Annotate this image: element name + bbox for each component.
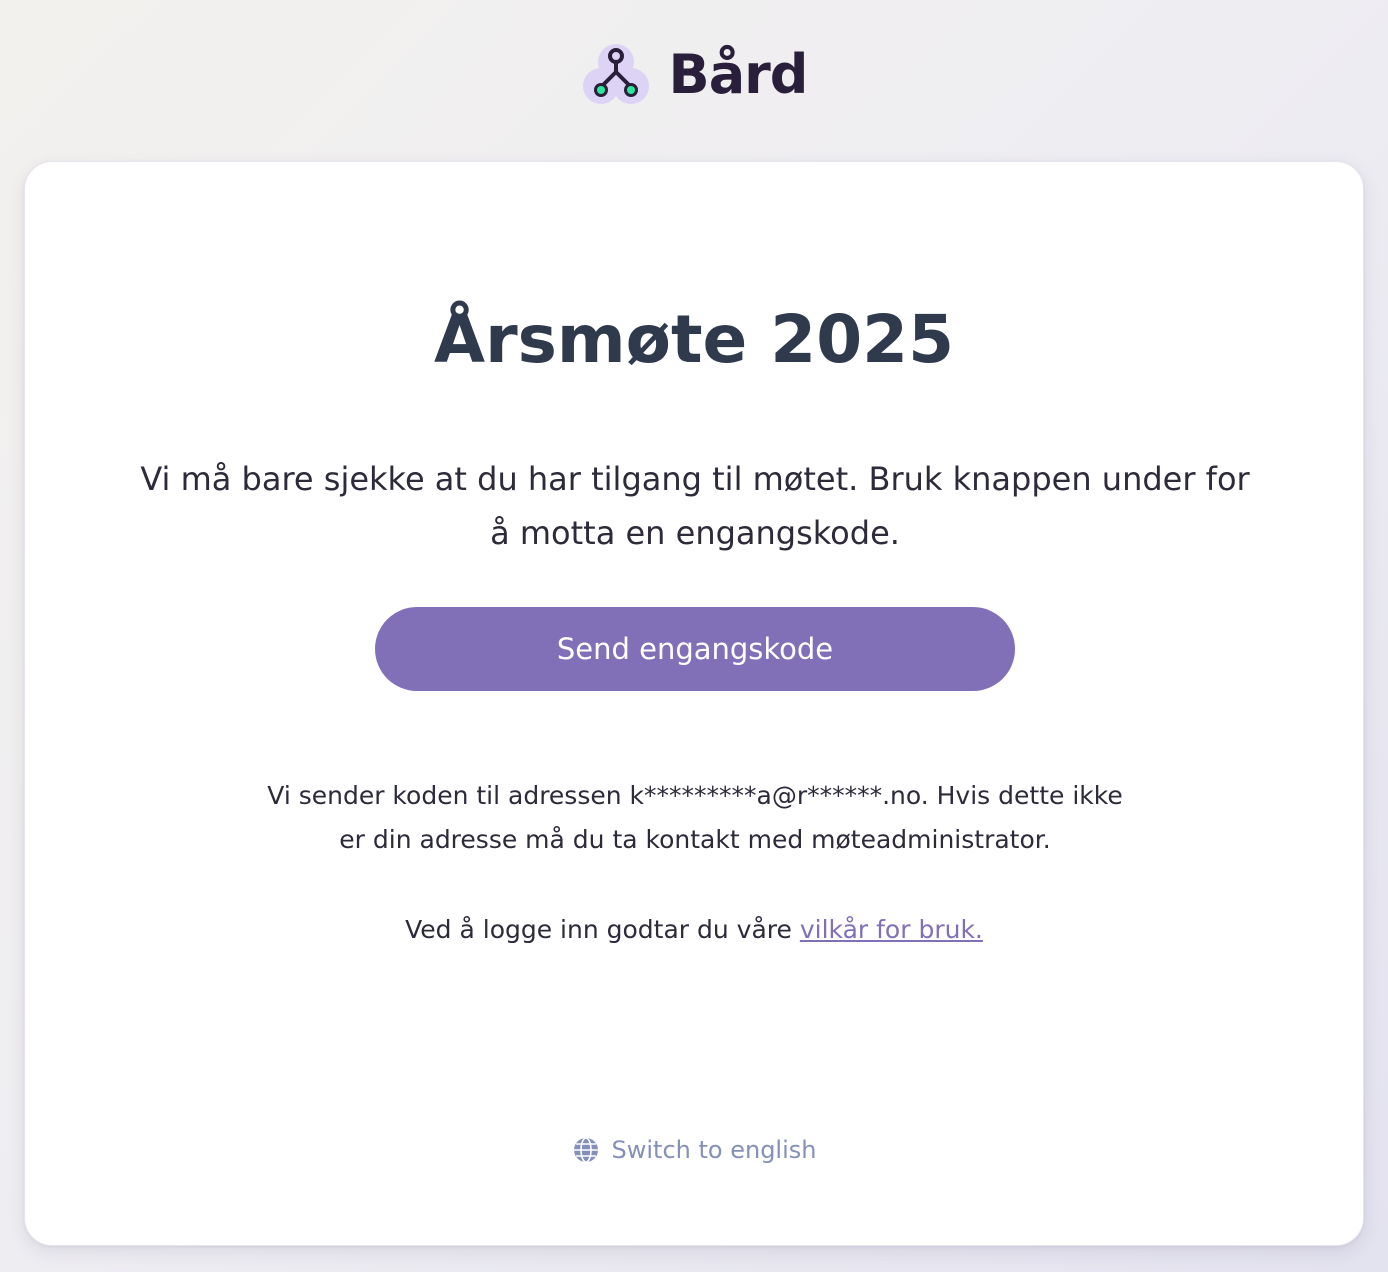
network-nodes-icon (582, 44, 649, 104)
language-switch[interactable]: Switch to english (25, 1136, 1363, 1164)
send-code-button[interactable]: Send engangskode (375, 607, 1015, 691)
terms-link[interactable]: vilkår for bruk. (800, 915, 983, 944)
language-switch-label: Switch to english (611, 1136, 817, 1164)
terms-prefix: Ved å logge inn godtar du våre (405, 915, 800, 944)
email-info-text: Vi sender koden til adressen k*********a… (267, 781, 1123, 854)
globe-icon (573, 1137, 598, 1163)
brand-logo: Bård (0, 34, 1388, 114)
terms-text: Ved å logge inn godtar du våre vilkår fo… (25, 910, 1363, 950)
brand-name: Bård (668, 42, 809, 106)
page-title: Årsmøte 2025 (433, 301, 954, 378)
intro-text: Vi må bare sjekke at du har tilgang til … (140, 460, 1250, 552)
login-card: Årsmøte 2025 Vi må bare sjekke at du har… (24, 161, 1364, 1246)
